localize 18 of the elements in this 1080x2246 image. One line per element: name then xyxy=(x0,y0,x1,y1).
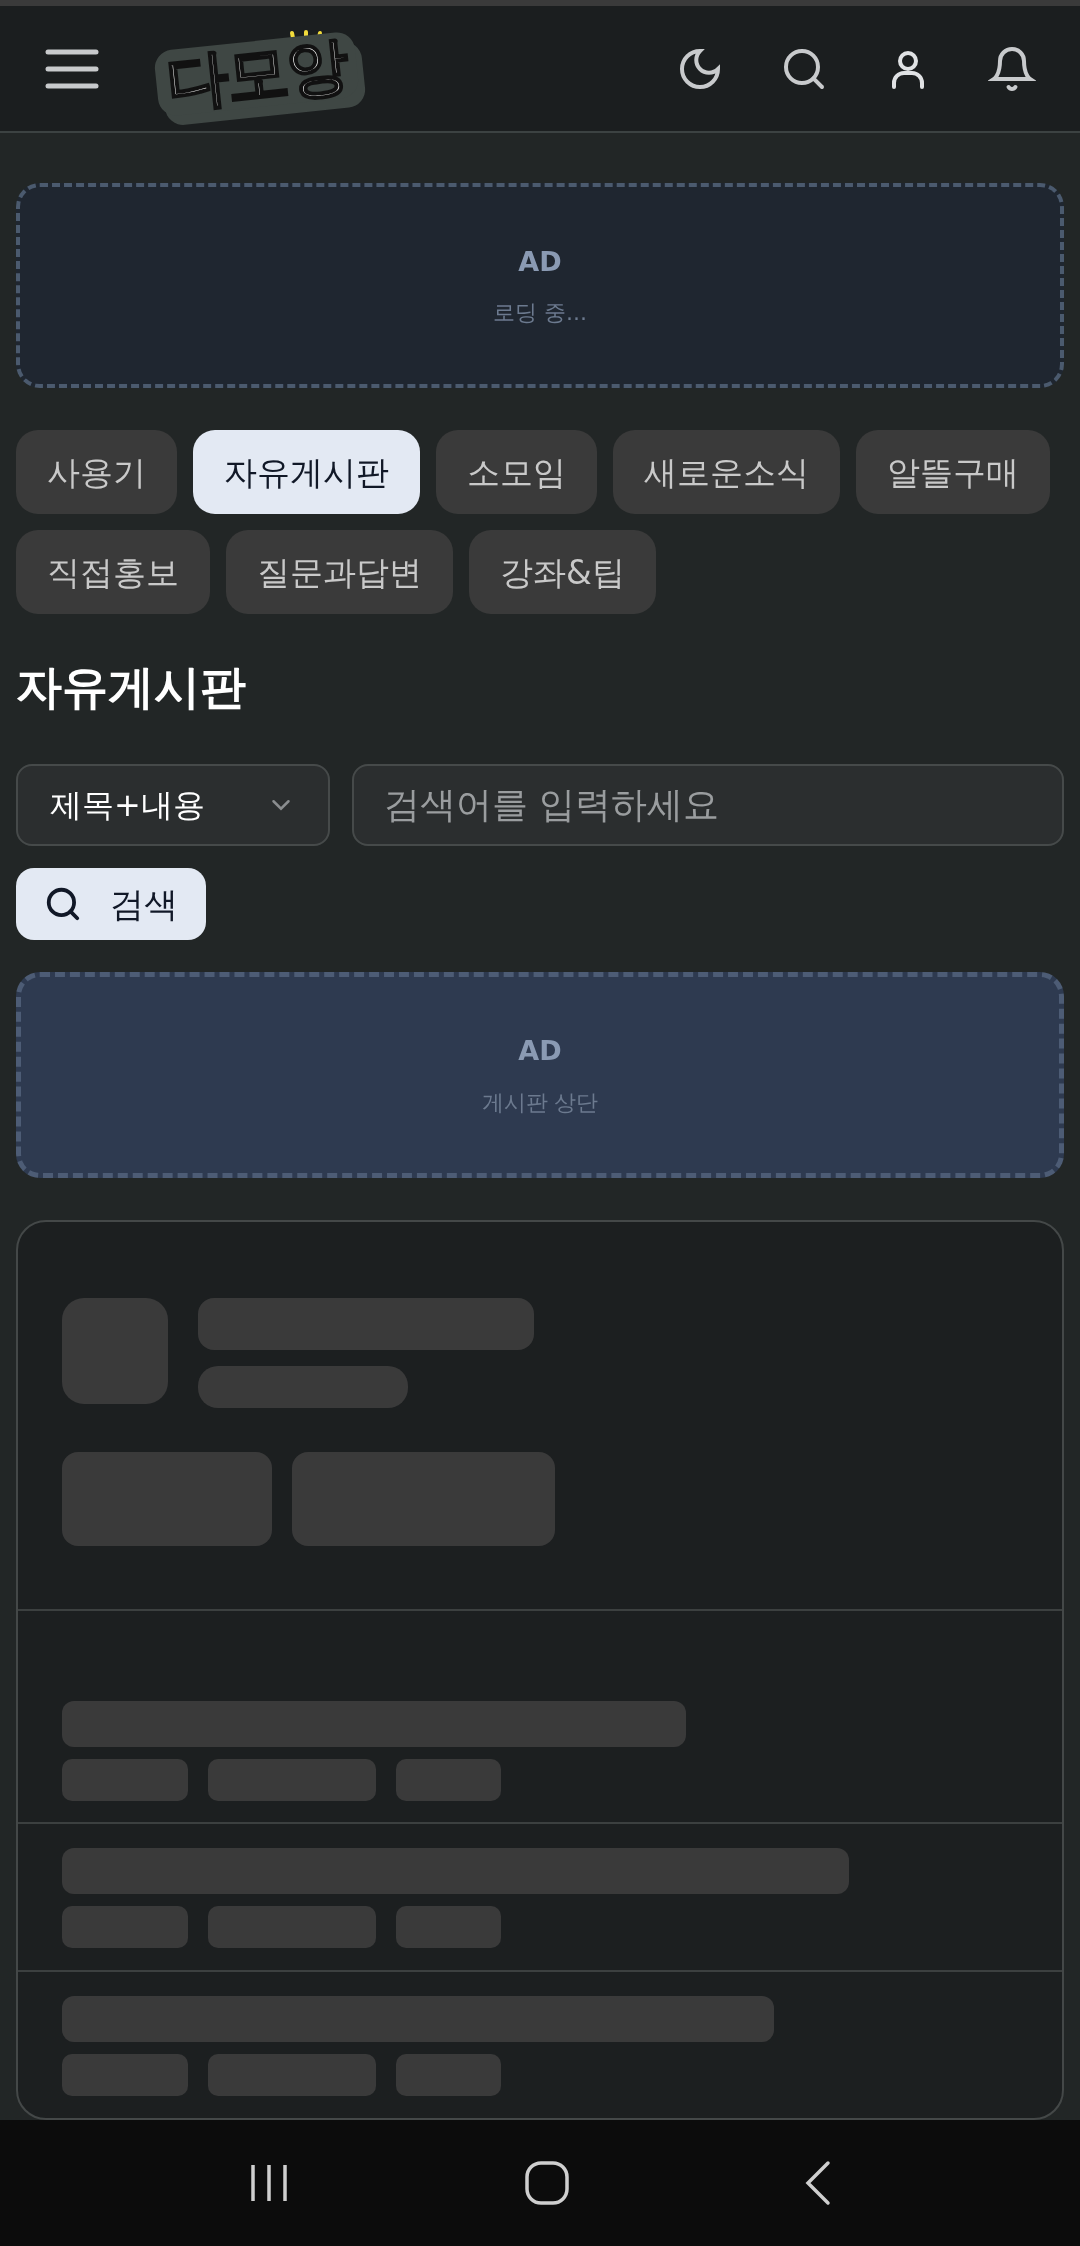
category-tab[interactable]: 강좌&팁 xyxy=(469,530,656,615)
category-tab[interactable]: 사용기 xyxy=(16,430,177,515)
bell-icon[interactable] xyxy=(988,44,1036,93)
search-field[interactable]: 검색어를 입력하세요 xyxy=(352,764,1064,846)
home-icon[interactable] xyxy=(524,2160,570,2206)
ad-caption: 게시판 상단 xyxy=(481,1088,599,1117)
ad-label: AD xyxy=(518,1034,562,1069)
category-tab[interactable]: 알뜰구매 xyxy=(856,430,1050,515)
loading-text: 로딩 중... xyxy=(493,299,587,328)
category-tab[interactable]: 새로운소식 xyxy=(613,430,840,515)
ad-label: AD xyxy=(518,244,562,279)
search-scope-dropdown[interactable]: 제목+내용 xyxy=(16,764,330,846)
category-tab[interactable]: 자유게시판 xyxy=(193,430,420,515)
category-tab[interactable]: 직접홍보 xyxy=(16,530,210,615)
category-tab[interactable]: 소모임 xyxy=(436,430,597,515)
category-tab[interactable]: 질문과답변 xyxy=(226,530,453,615)
search-button[interactable]: 검색 xyxy=(16,867,206,941)
board-title: 자유게시판 xyxy=(16,664,247,711)
